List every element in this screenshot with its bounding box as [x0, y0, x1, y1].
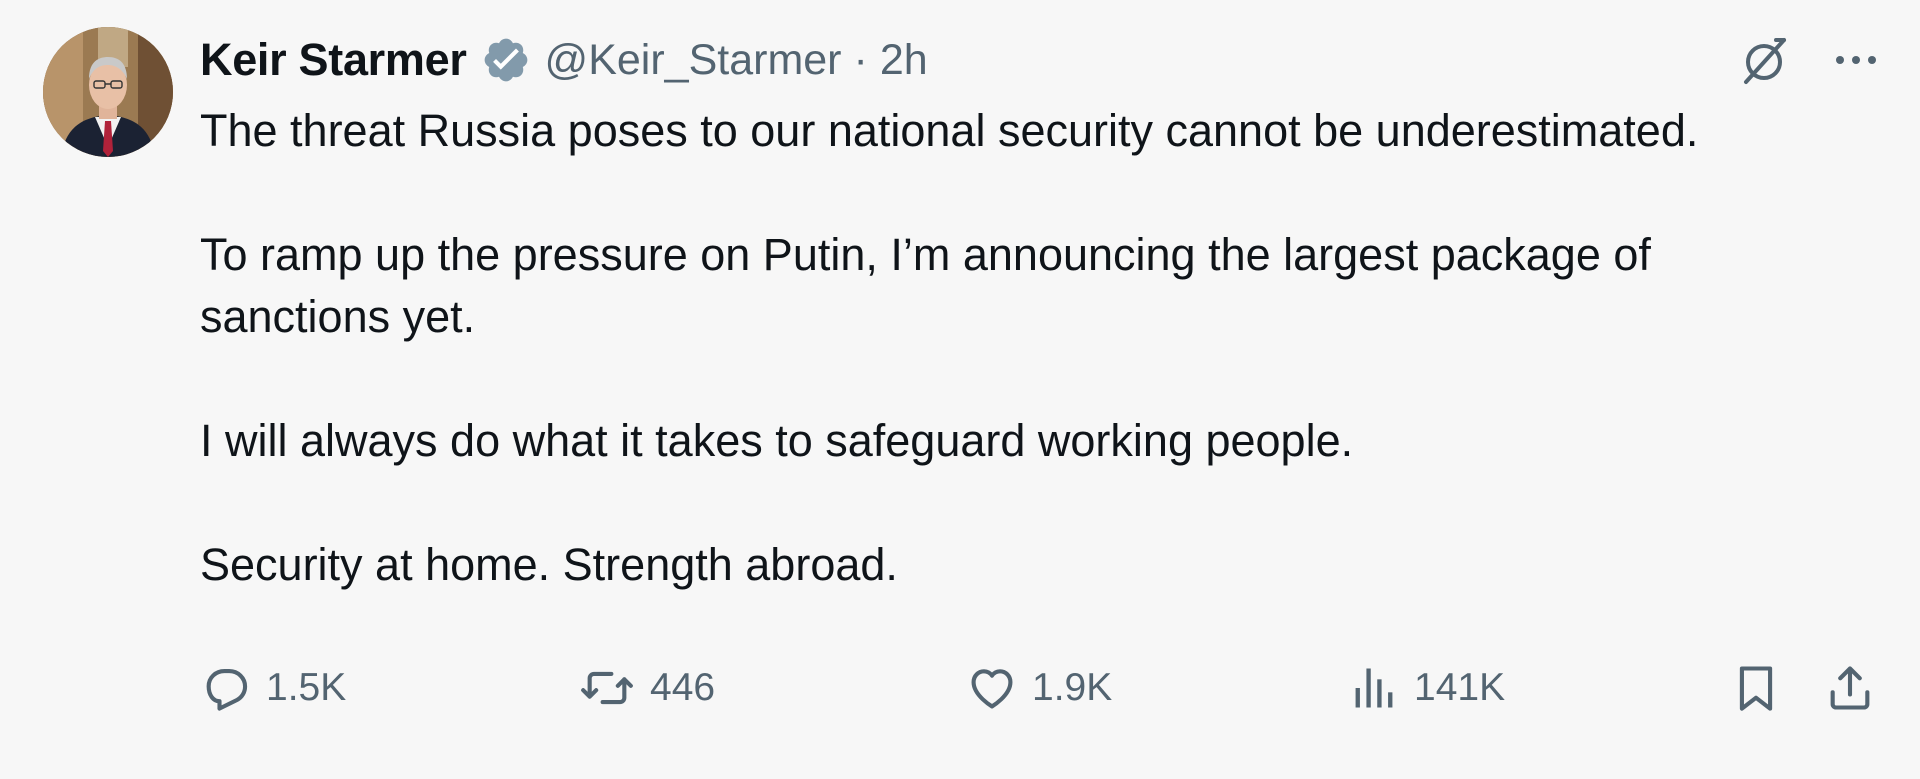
tweet-top-actions	[1736, 32, 1880, 93]
share-button[interactable]	[1824, 658, 1876, 718]
avatar-image	[43, 27, 173, 157]
views-count: 141K	[1414, 666, 1506, 709]
reply-button[interactable]: 1.5K	[200, 658, 346, 718]
heart-icon	[966, 662, 1018, 714]
repost-button[interactable]: 446	[578, 658, 715, 718]
tweet-header: Keir Starmer @Keir_Starmer · 2h	[200, 28, 928, 92]
like-count: 1.9K	[1032, 666, 1113, 709]
tweet-paragraph: Security at home. Strength abroad.	[200, 539, 898, 590]
tweet-paragraph: I will always do what it takes to safegu…	[200, 415, 1354, 466]
bookmark-icon	[1730, 661, 1782, 715]
views-icon	[1348, 662, 1400, 714]
tweet-text: The threat Russia poses to our national …	[200, 100, 1900, 658]
avatar[interactable]	[43, 27, 173, 157]
author-handle[interactable]: @Keir_Starmer	[545, 36, 842, 85]
tweet-paragraph: The threat Russia poses to our national …	[200, 105, 1699, 156]
reply-icon	[200, 662, 252, 714]
repost-icon	[578, 662, 636, 714]
reply-count: 1.5K	[266, 666, 347, 709]
timestamp[interactable]: 2h	[880, 36, 928, 85]
tweet-paragraph: To ramp up the pressure on Putin, I’m an…	[200, 229, 1651, 342]
tweet-actions: 1.5K 446 1.9K 141K	[200, 658, 1880, 718]
separator-dot: ·	[853, 35, 868, 84]
grok-icon[interactable]	[1736, 32, 1792, 93]
tweet-card[interactable]: Keir Starmer @Keir_Starmer · 2h The thre…	[0, 0, 1920, 779]
share-icon	[1824, 661, 1876, 715]
bookmark-button[interactable]	[1730, 658, 1782, 718]
author-name[interactable]: Keir Starmer	[200, 34, 467, 86]
like-button[interactable]: 1.9K	[966, 658, 1112, 718]
verified-badge-icon	[481, 35, 531, 85]
repost-count: 446	[650, 666, 716, 709]
more-icon[interactable]	[1832, 50, 1880, 75]
views-button[interactable]: 141K	[1348, 658, 1505, 718]
